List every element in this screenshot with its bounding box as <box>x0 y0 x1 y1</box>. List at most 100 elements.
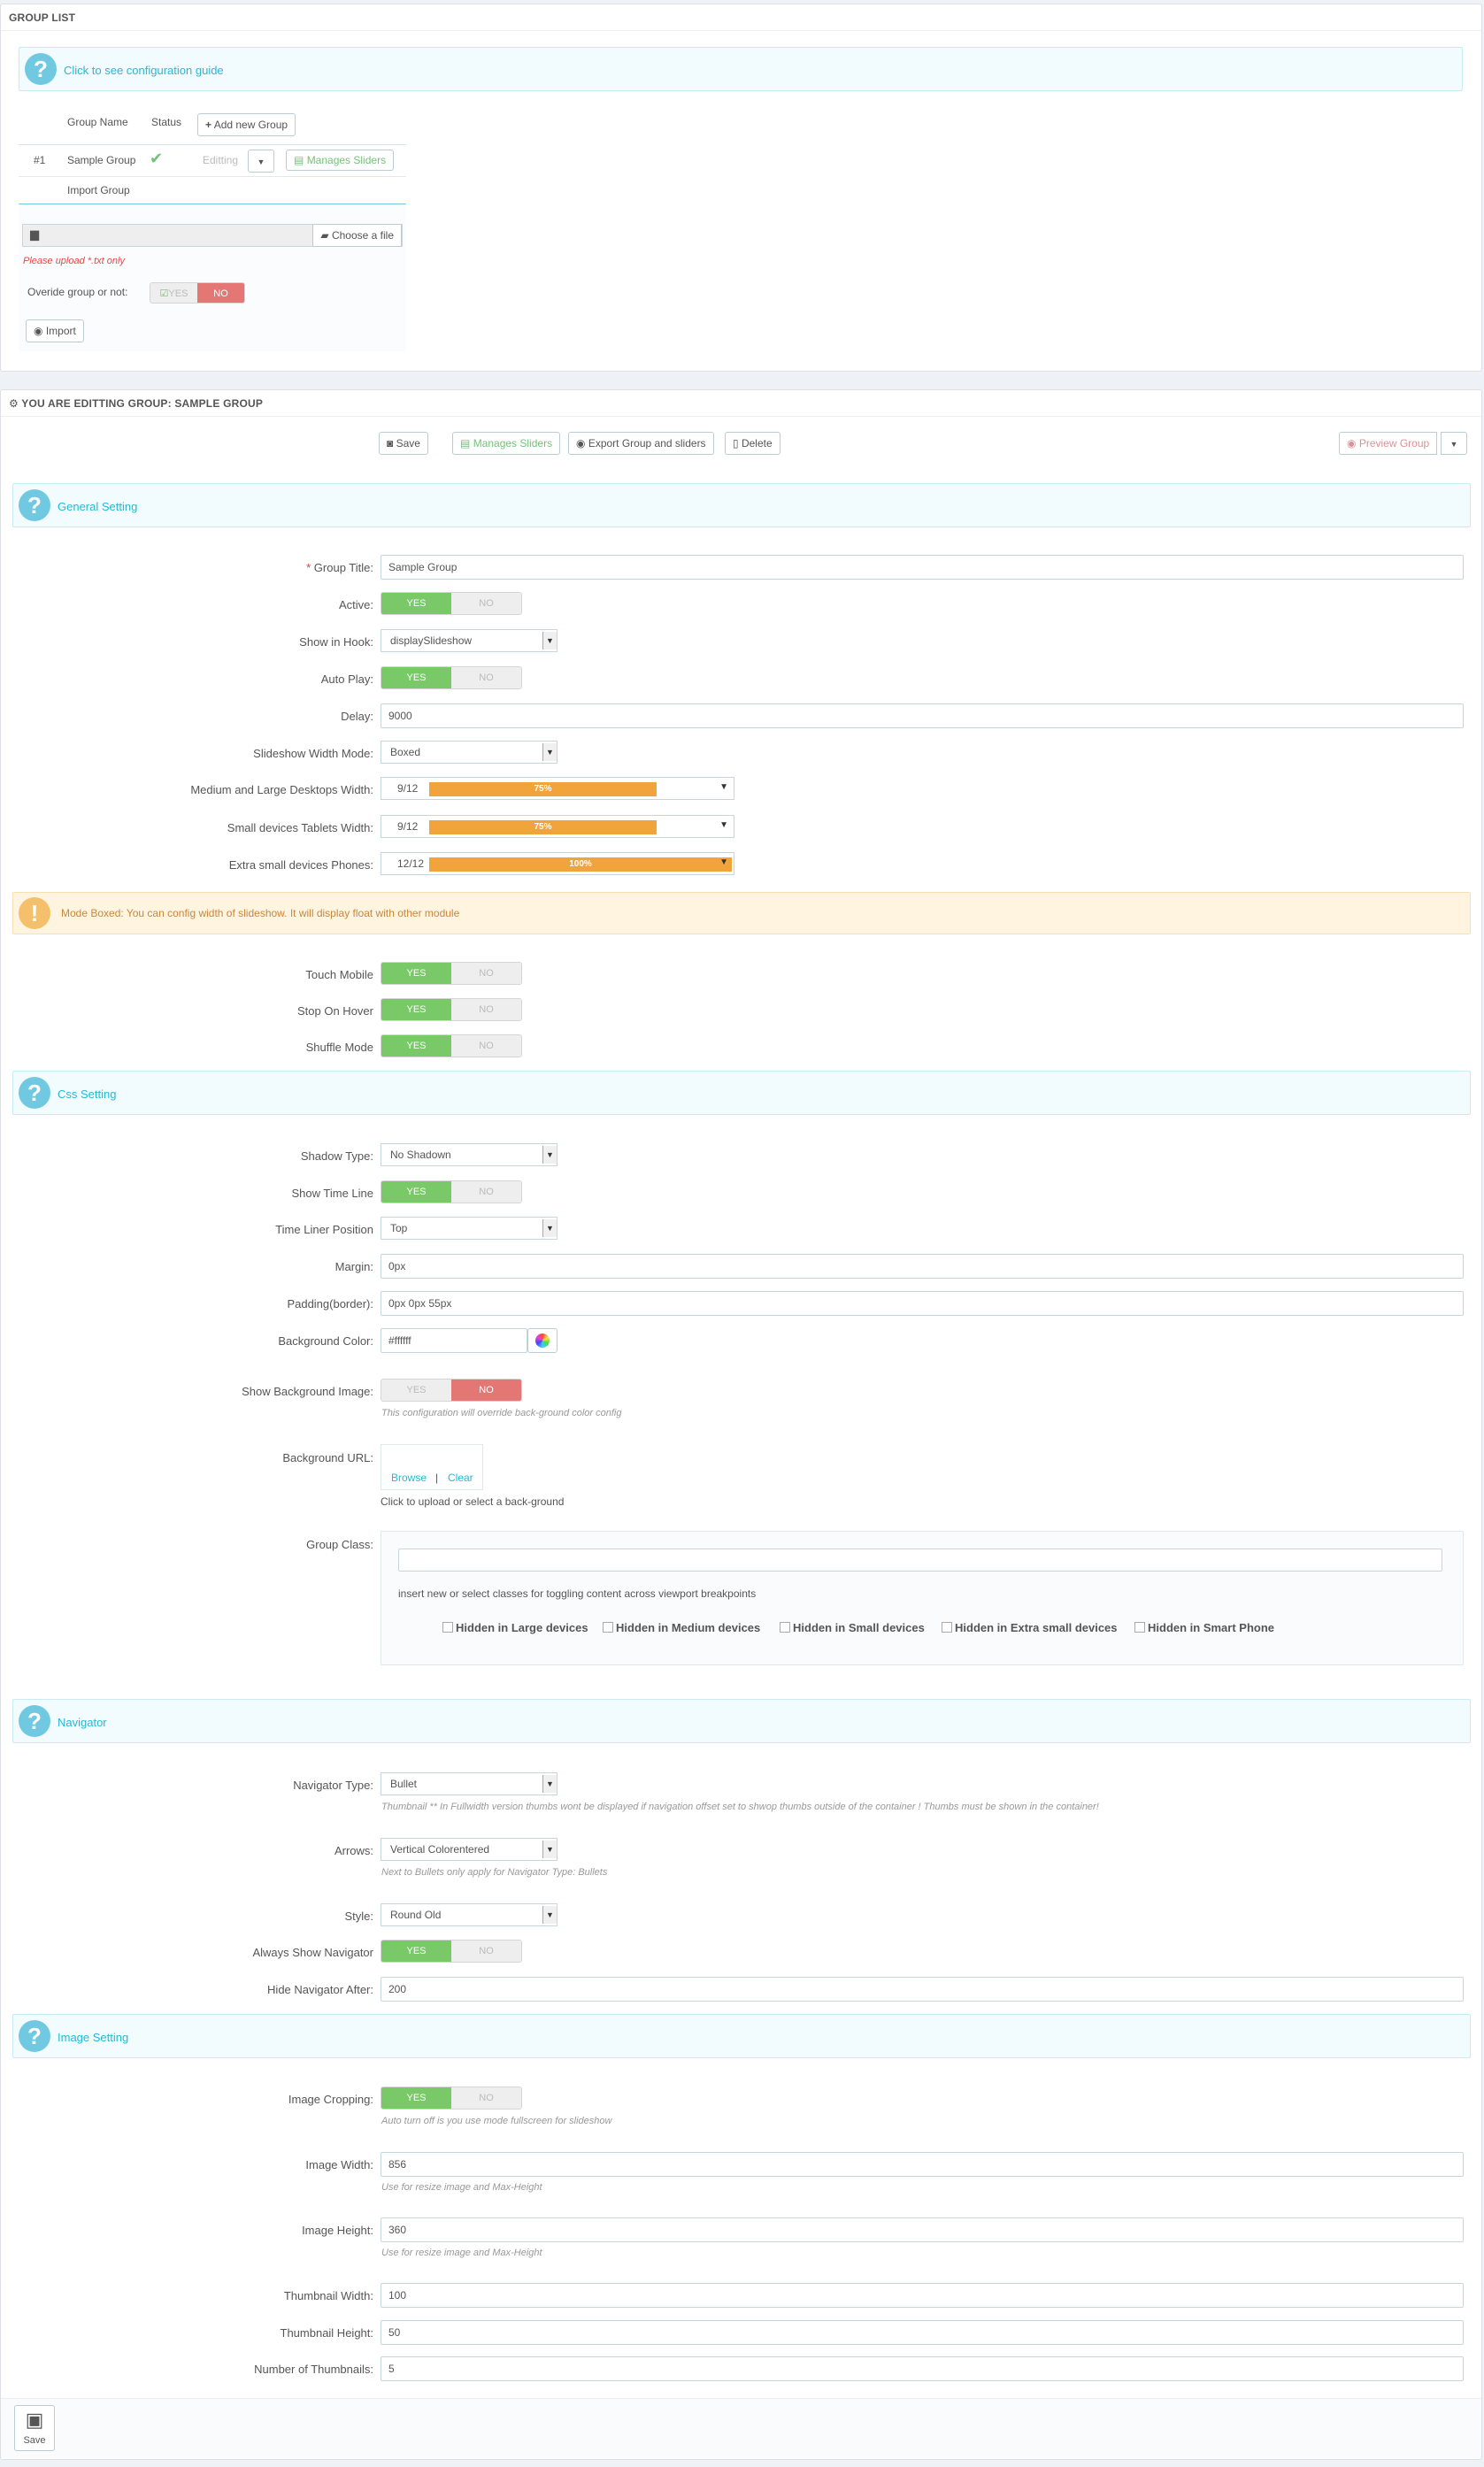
folder-icon: ▰ <box>320 229 329 242</box>
film-icon: ▤ <box>460 437 471 450</box>
config-guide-link[interactable]: Click to see configuration guide <box>64 64 224 77</box>
image-height-input[interactable]: 360 <box>381 2217 1464 2242</box>
override-toggle[interactable]: ☑YES NO <box>150 282 245 304</box>
delay-input[interactable]: 9000 <box>381 703 1464 728</box>
sm-width-slider[interactable]: 9/12 75% ▼ <box>381 815 734 838</box>
xs-width-label: Extra small devices Phones: <box>228 858 373 872</box>
active-toggle[interactable]: YES NO <box>381 592 522 615</box>
sm-width-bar: 75% <box>429 820 657 834</box>
checkbox-icon <box>1134 1622 1145 1633</box>
select-arrow-icon: ▼ <box>542 1906 557 1924</box>
add-group-button[interactable]: + Add new Group <box>197 113 296 136</box>
override-label: Overide group or not: <box>27 286 128 298</box>
hook-select[interactable]: displaySlideshow ▼ <box>381 629 557 652</box>
navigator-title[interactable]: Navigator <box>58 1716 107 1729</box>
color-picker-button[interactable] <box>527 1328 557 1353</box>
css-setting-title[interactable]: Css Setting <box>58 1087 116 1101</box>
checkbox-icon <box>442 1622 453 1633</box>
delete-button[interactable]: ▯ Delete <box>725 432 780 455</box>
caret-down-icon: ▼ <box>1449 440 1458 449</box>
xs-width-bar: 100% <box>429 857 732 872</box>
row-dropdown-button[interactable]: ▼ <box>248 150 274 173</box>
image-height-hint: Use for resize image and Max-Height <box>381 2248 542 2258</box>
group-title-input[interactable]: Sample Group <box>381 555 1464 580</box>
row-id: #1 <box>34 154 46 166</box>
editing-title: ⚙ YOU ARE EDITTING GROUP: SAMPLE GROUP <box>1 390 1481 417</box>
editing-panel: ⚙ YOU ARE EDITTING GROUP: SAMPLE GROUP <box>0 389 1482 2460</box>
autoplay-label: Auto Play: <box>320 672 373 686</box>
arrows-select[interactable]: Vertical Colorentered ▼ <box>381 1838 557 1861</box>
group-title-label: * Group Title: <box>306 561 373 574</box>
bgcolor-input[interactable]: #ffffff <box>381 1328 527 1353</box>
show-bg-toggle[interactable]: YES NO <box>381 1379 522 1402</box>
nav-type-select[interactable]: Bullet ▼ <box>381 1772 557 1795</box>
manage-sliders-button[interactable]: ▤ Manages Sliders <box>452 432 561 455</box>
autoplay-toggle[interactable]: YES NO <box>381 666 522 689</box>
image-width-input[interactable]: 856 <box>381 2152 1464 2177</box>
image-setting-title[interactable]: Image Setting <box>58 2031 128 2044</box>
crop-toggle[interactable]: YES NO <box>381 2087 522 2110</box>
warning-icon: ! <box>19 897 50 929</box>
show-bg-hint: This configuration will override back-gr… <box>381 1408 622 1418</box>
bg-url-box: Browse | Clear <box>381 1444 483 1490</box>
margin-input[interactable]: 0px <box>381 1254 1464 1279</box>
crop-hint: Auto turn off is you use mode fullscreen… <box>381 2116 612 2126</box>
panel-footer <box>1 2398 1481 2458</box>
active-label: Active: <box>338 598 373 611</box>
hide-after-label: Hide Navigator After: <box>267 1983 373 1996</box>
width-mode-select[interactable]: Boxed ▼ <box>381 741 557 764</box>
row-manage-sliders-button[interactable]: ▤ Manages Sliders <box>286 150 395 171</box>
preview-dropdown-button[interactable]: ▼ <box>1441 432 1467 455</box>
check-box-icon: ☑ <box>159 288 169 299</box>
hide-after-input[interactable]: 200 <box>381 1977 1464 2002</box>
timeline-toggle[interactable]: YES NO <box>381 1180 522 1203</box>
footer-save-button[interactable]: ▣ Save <box>14 2405 55 2451</box>
cogs-icon: ⚙ <box>9 397 19 410</box>
group-class-input[interactable] <box>398 1549 1442 1572</box>
film-icon: ▤ <box>294 154 304 166</box>
file-input[interactable]: ▆ ▰ Choose a file <box>22 224 403 247</box>
choose-file-button[interactable]: ▰ Choose a file <box>312 224 402 247</box>
padding-input[interactable]: 0px 0px 55px <box>381 1291 1464 1316</box>
hidden-option-checkbox[interactable]: Hidden in Smart Phone <box>1134 1621 1274 1634</box>
clear-link[interactable]: Clear <box>448 1472 473 1484</box>
thumb-height-input[interactable]: 50 <box>381 2320 1464 2345</box>
hidden-option-checkbox[interactable]: Hidden in Large devices <box>442 1621 588 1634</box>
show-bg-label: Show Background Image: <box>242 1385 373 1398</box>
shuffle-toggle[interactable]: YES NO <box>381 1034 522 1057</box>
hook-label: Show in Hook: <box>299 635 373 649</box>
guide-box: ? Click to see configuration guide <box>19 47 1463 91</box>
row-name: Sample Group <box>67 154 136 166</box>
hidden-option-checkbox[interactable]: Hidden in Medium devices <box>603 1621 760 1634</box>
select-arrow-icon: ▼ <box>542 1146 557 1164</box>
always-nav-toggle[interactable]: YES NO <box>381 1940 522 1963</box>
md-lg-width-slider[interactable]: 9/12 75% ▼ <box>381 777 734 800</box>
save-button[interactable]: ◙ Save <box>379 432 428 455</box>
touch-label: Touch Mobile <box>305 968 373 981</box>
hidden-option-checkbox[interactable]: Hidden in Extra small devices <box>942 1621 1118 1634</box>
select-arrow-icon: ▼ <box>542 1841 557 1858</box>
mode-boxed-warning: ! Mode Boxed: You can config width of sl… <box>12 892 1471 934</box>
hover-toggle[interactable]: YES NO <box>381 998 522 1021</box>
browse-link[interactable]: Browse <box>391 1472 427 1484</box>
import-title: Import Group <box>67 184 130 196</box>
num-thumbs-input[interactable]: 5 <box>381 2356 1464 2381</box>
shadow-select[interactable]: No Shadown ▼ <box>381 1143 557 1166</box>
trash-icon: ▯ <box>733 437 739 450</box>
export-button[interactable]: ◉ Export Group and sliders <box>568 432 714 455</box>
style-select[interactable]: Round Old ▼ <box>381 1903 557 1926</box>
import-button[interactable]: ◉ Import <box>26 319 84 342</box>
floppy-icon: ▣ <box>25 2409 44 2431</box>
color-wheel-icon <box>535 1333 550 1348</box>
eye-icon: ◉ <box>1347 437 1357 450</box>
hidden-option-checkbox[interactable]: Hidden in Small devices <box>780 1621 925 1634</box>
timeline-pos-label: Time Liner Position <box>275 1223 373 1236</box>
timeline-pos-select[interactable]: Top ▼ <box>381 1217 557 1240</box>
preview-group-button[interactable]: ◉ Preview Group <box>1339 432 1438 455</box>
general-setting-box: ? General Setting <box>12 483 1471 527</box>
margin-label: Margin: <box>334 1260 373 1273</box>
touch-toggle[interactable]: YES NO <box>381 962 522 985</box>
xs-width-slider[interactable]: 12/12 100% ▼ <box>381 852 734 875</box>
thumb-width-input[interactable]: 100 <box>381 2283 1464 2308</box>
general-setting-title[interactable]: General Setting <box>58 500 137 513</box>
